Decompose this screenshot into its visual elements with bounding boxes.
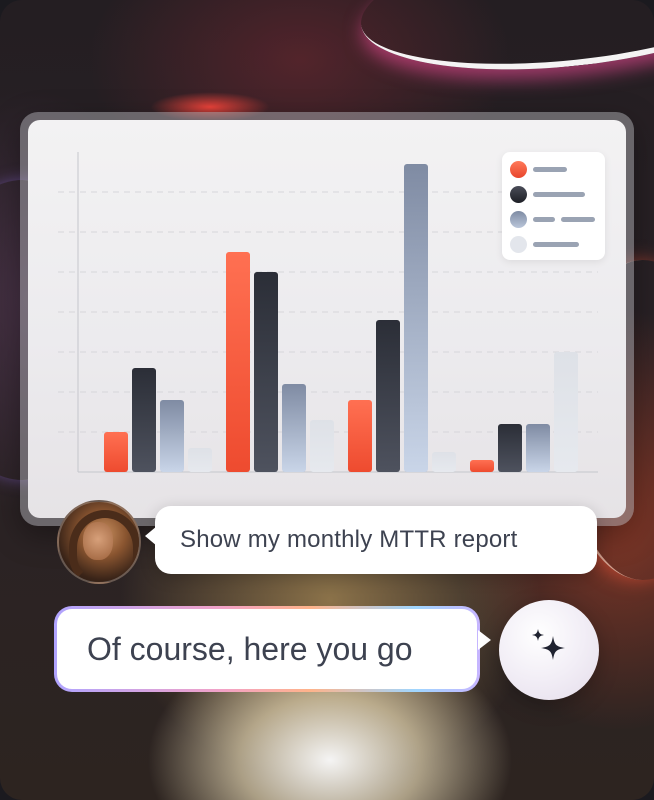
light-streak-top bbox=[354, 0, 654, 88]
legend-swatch-1 bbox=[510, 160, 527, 178]
bar-group4-series1 bbox=[470, 460, 494, 472]
user-avatar bbox=[57, 500, 141, 584]
legend-label-placeholder bbox=[561, 216, 595, 222]
legend-swatch-2 bbox=[510, 185, 527, 203]
chart-legend bbox=[502, 152, 605, 260]
avatar-face bbox=[83, 522, 113, 560]
legend-item-3 bbox=[510, 210, 595, 228]
legend-item-4 bbox=[510, 235, 579, 253]
bar-group1-series4 bbox=[188, 448, 212, 472]
bar-group2-series1 bbox=[226, 252, 250, 472]
legend-label-placeholder bbox=[533, 191, 585, 197]
assistant-message-text: Of course, here you go bbox=[87, 630, 413, 667]
bar-group3-series4 bbox=[432, 452, 456, 472]
legend-swatch-3 bbox=[510, 210, 527, 228]
assistant-message-body: Of course, here you go bbox=[57, 609, 477, 689]
assistant-message-bubble: Of course, here you go bbox=[54, 606, 480, 692]
bar-group2-series4 bbox=[310, 420, 334, 472]
bar-group2-series2 bbox=[254, 272, 278, 472]
bar-group2-series3 bbox=[282, 384, 306, 472]
user-message-text: Show my monthly MTTR report bbox=[180, 526, 518, 553]
bar-group3-series1 bbox=[348, 400, 372, 472]
bar-group1-series1 bbox=[104, 432, 128, 472]
legend-label-placeholder bbox=[533, 216, 555, 222]
bar-group1-series3 bbox=[160, 400, 184, 472]
legend-label-placeholder bbox=[533, 166, 567, 172]
legend-item-1 bbox=[510, 160, 567, 178]
legend-label-placeholder bbox=[533, 241, 579, 247]
user-message-bubble: Show my monthly MTTR report bbox=[145, 506, 597, 574]
bar-group4-series3 bbox=[526, 424, 550, 472]
bar-group1-series2 bbox=[132, 368, 156, 472]
legend-swatch-4 bbox=[510, 235, 527, 253]
assistant-avatar bbox=[499, 600, 599, 700]
bar-group3-series3 bbox=[404, 164, 428, 472]
assistant-bubble-tail bbox=[478, 630, 491, 650]
bar-group4-series2 bbox=[498, 424, 522, 472]
legend-item-2 bbox=[510, 185, 585, 203]
sparkles-icon bbox=[532, 629, 565, 660]
bar-group3-series2 bbox=[376, 320, 400, 472]
bar-group4-series4 bbox=[554, 352, 578, 472]
